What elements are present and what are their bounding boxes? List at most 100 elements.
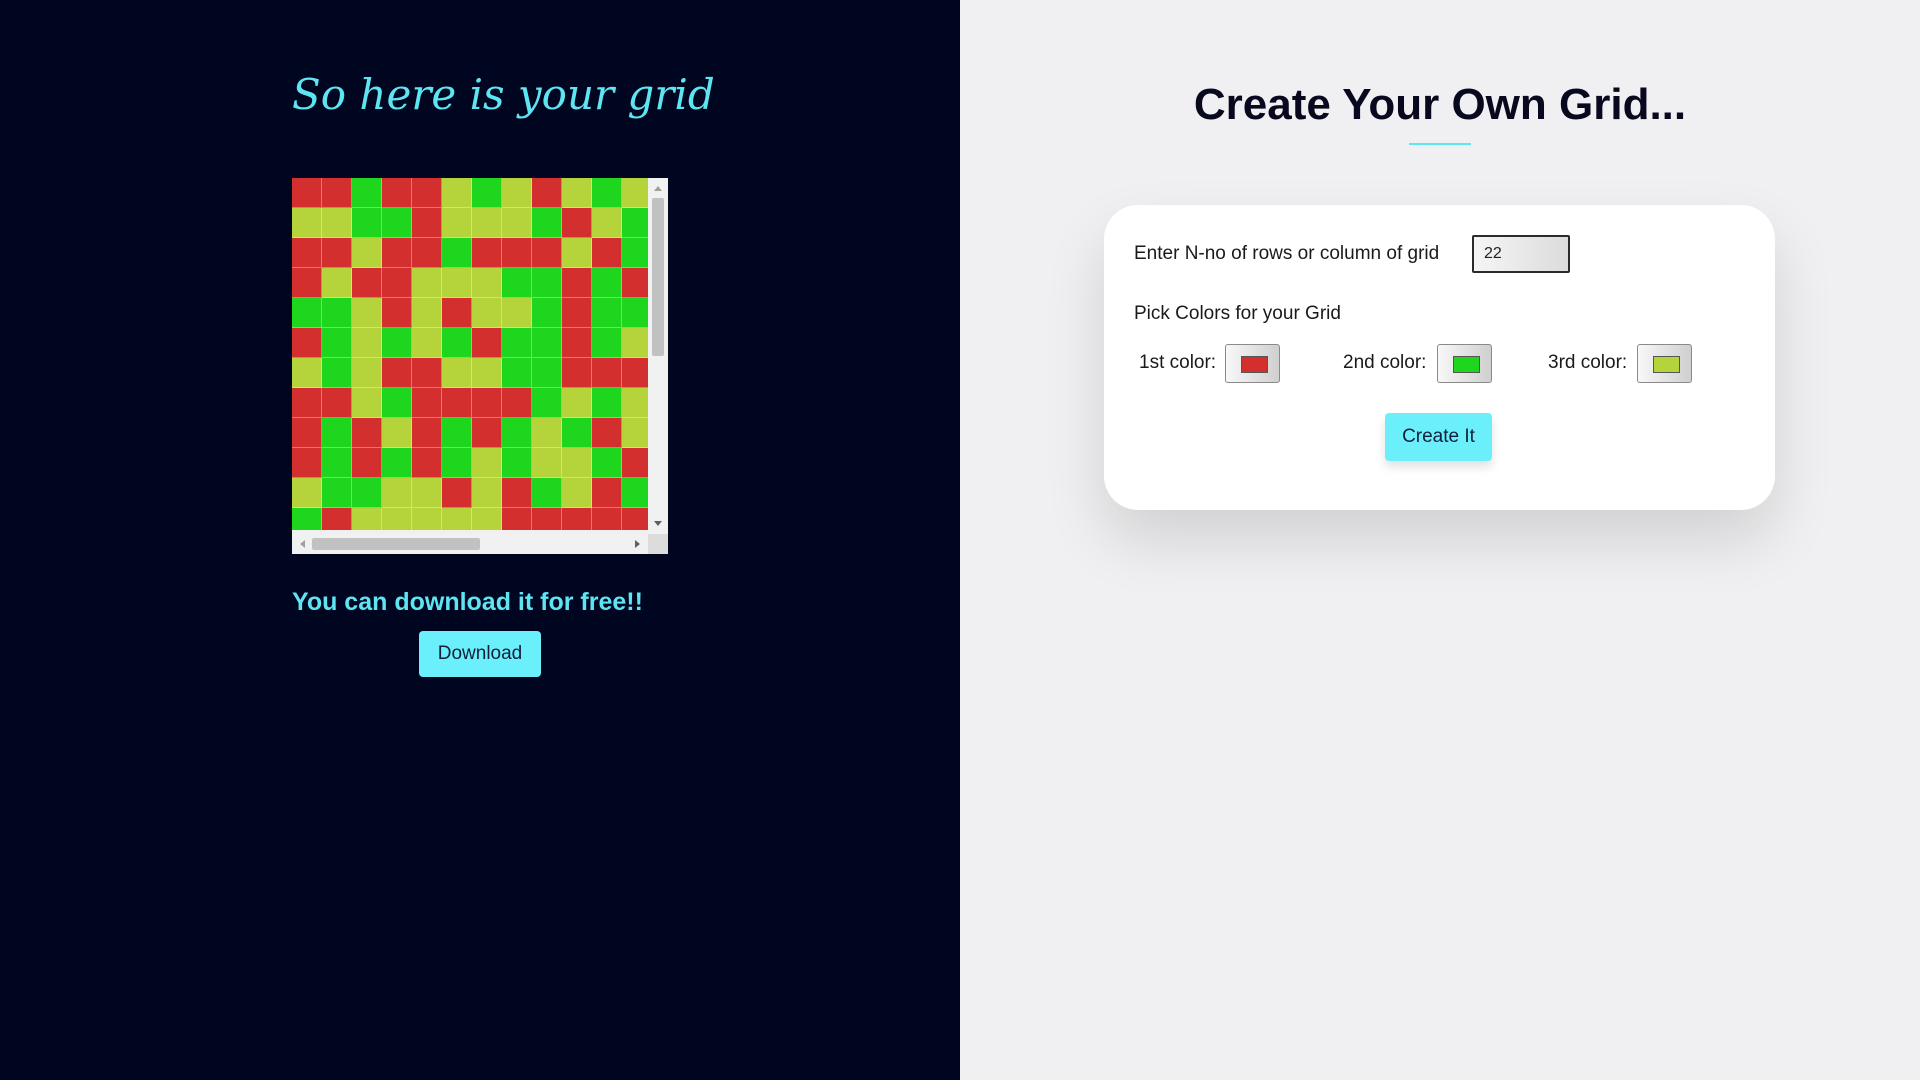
grid-cell	[562, 178, 592, 208]
grid-cell	[382, 448, 412, 478]
grid-cell	[412, 268, 442, 298]
grid-viewport	[292, 178, 648, 530]
vertical-scroll-thumb[interactable]	[652, 198, 664, 356]
grid-cell	[292, 358, 322, 388]
grid-cell	[472, 448, 502, 478]
grid-cell	[592, 478, 622, 508]
grid-cell	[622, 208, 648, 238]
create-it-button[interactable]: Create It	[1385, 413, 1492, 461]
grid-cell	[442, 178, 472, 208]
grid-cell	[292, 508, 322, 530]
grid-cell	[472, 478, 502, 508]
color-2-label: 2nd color:	[1343, 352, 1427, 373]
grid-cell	[322, 238, 352, 268]
grid-cell	[592, 388, 622, 418]
grid-cell	[352, 298, 382, 328]
grid-cell	[562, 388, 592, 418]
horizontal-scroll-thumb[interactable]	[312, 538, 480, 550]
grid-cell	[322, 208, 352, 238]
grid-cell	[382, 328, 412, 358]
grid-cell	[322, 388, 352, 418]
grid-cell	[562, 418, 592, 448]
grid-cell	[412, 298, 442, 328]
grid-cell	[322, 358, 352, 388]
left-panel: So here is your grid You can download it…	[0, 0, 960, 1080]
download-button[interactable]: Download	[419, 631, 541, 677]
grid-cell	[292, 208, 322, 238]
grid-cell	[292, 238, 322, 268]
grid-cell	[592, 298, 622, 328]
grid-cell	[472, 328, 502, 358]
scroll-down-icon[interactable]	[654, 521, 662, 526]
grid-cell	[412, 328, 442, 358]
grid-cell	[472, 238, 502, 268]
grid-cell	[622, 358, 648, 388]
horizontal-scrollbar[interactable]	[292, 534, 648, 554]
grid-cell	[442, 298, 472, 328]
grid-cell	[532, 508, 562, 530]
grid-cell	[592, 358, 622, 388]
grid-cell	[562, 328, 592, 358]
grid-cell	[532, 418, 562, 448]
grid-cell	[622, 268, 648, 298]
grid-form-card: Enter N-no of rows or column of grid Pic…	[1104, 205, 1775, 510]
grid-cell	[352, 328, 382, 358]
grid-cell	[412, 478, 442, 508]
grid-cell	[622, 178, 648, 208]
grid-cell	[442, 508, 472, 530]
grid-canvas	[292, 178, 648, 530]
grid-cell	[382, 238, 412, 268]
grid-cell	[322, 328, 352, 358]
grid-cell	[622, 448, 648, 478]
grid-cell	[412, 418, 442, 448]
grid-cell	[292, 418, 322, 448]
grid-cell	[622, 508, 648, 530]
grid-cell	[502, 178, 532, 208]
grid-cell	[502, 328, 532, 358]
grid-cell	[442, 418, 472, 448]
grid-cell	[502, 238, 532, 268]
scroll-up-icon[interactable]	[654, 186, 662, 191]
color-2-picker[interactable]	[1437, 344, 1492, 383]
grid-cell	[472, 268, 502, 298]
grid-cell	[592, 238, 622, 268]
color-3-picker[interactable]	[1637, 344, 1692, 383]
grid-cell	[322, 478, 352, 508]
grid-cell	[502, 208, 532, 238]
grid-cell	[562, 508, 592, 530]
grid-cell	[472, 358, 502, 388]
grid-cell	[472, 178, 502, 208]
grid-cell	[562, 448, 592, 478]
grid-cell	[322, 178, 352, 208]
grid-cell	[532, 358, 562, 388]
vertical-scrollbar[interactable]	[648, 178, 668, 534]
color-1-picker[interactable]	[1225, 344, 1280, 383]
grid-cell	[352, 268, 382, 298]
grid-cell	[622, 298, 648, 328]
grid-cell	[532, 328, 562, 358]
grid-cell	[352, 508, 382, 530]
grid-cell	[382, 478, 412, 508]
scroll-left-icon[interactable]	[300, 540, 305, 548]
grid-cell	[532, 238, 562, 268]
grid-cell	[382, 268, 412, 298]
grid-cell	[352, 388, 382, 418]
grid-cell	[562, 208, 592, 238]
scroll-right-icon[interactable]	[635, 540, 640, 548]
grid-cell	[352, 358, 382, 388]
n-input[interactable]	[1472, 235, 1570, 273]
title-underline	[1409, 143, 1471, 145]
grid-cell	[352, 238, 382, 268]
grid-cell	[592, 208, 622, 238]
grid-cell	[382, 418, 412, 448]
grid-cell	[442, 238, 472, 268]
grid-cell	[472, 298, 502, 328]
grid-cell	[412, 448, 442, 478]
grid-cell	[502, 268, 532, 298]
grid-cell	[322, 508, 352, 530]
grid-cell	[442, 208, 472, 238]
page-title: Create Your Own Grid...	[1193, 80, 1687, 129]
grid-cell	[532, 268, 562, 298]
grid-scroll-container[interactable]	[292, 178, 668, 554]
grid-cell	[532, 208, 562, 238]
